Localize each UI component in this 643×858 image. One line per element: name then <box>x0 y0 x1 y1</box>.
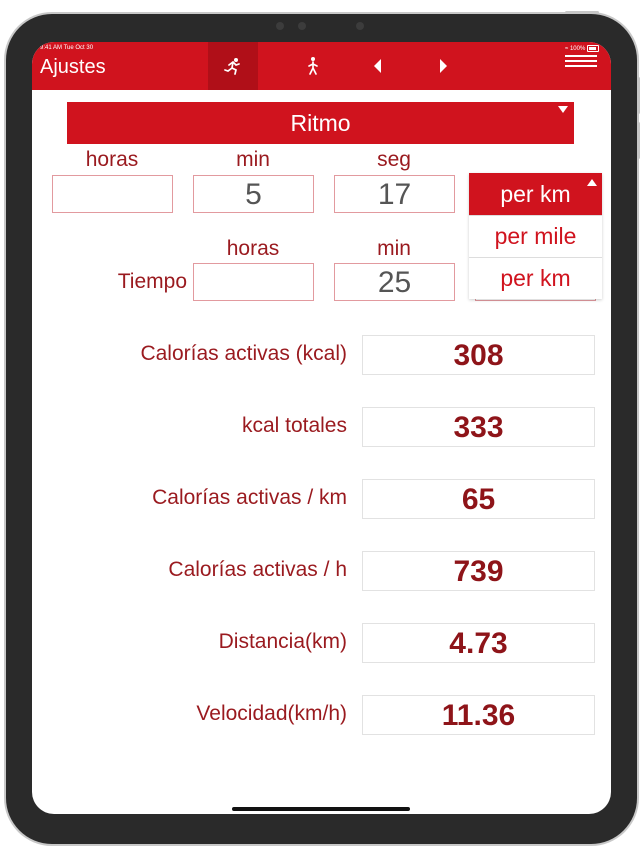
pace-hours-input[interactable] <box>52 175 173 213</box>
time-hours-label: horas <box>226 237 280 260</box>
result-label: Calorías activas (kcal) <box>140 342 347 365</box>
caret-down-icon <box>558 106 568 113</box>
result-label: Calorías activas / h <box>168 558 347 581</box>
result-label: Distancia(km) <box>218 630 347 653</box>
result-value: 333 <box>362 407 595 447</box>
unit-option-mile[interactable]: per mile <box>469 215 602 257</box>
battery-icon <box>587 45 599 52</box>
time-min-label: min <box>377 237 411 260</box>
result-label: Velocidad(km/h) <box>196 702 347 725</box>
pace-sec-label: seg <box>377 148 411 171</box>
result-value: 308 <box>362 335 595 375</box>
pace-min-label: min <box>236 148 270 171</box>
pace-hours-label: horas <box>85 148 139 171</box>
unit-dropdown-selected[interactable]: per km <box>469 173 602 215</box>
settings-button[interactable]: Ajustes <box>40 56 106 79</box>
result-label: kcal totales <box>241 414 347 437</box>
walker-icon <box>308 57 318 75</box>
camera-icon <box>356 22 364 30</box>
caret-up-icon <box>587 179 597 186</box>
volume-button <box>637 77 640 114</box>
home-indicator[interactable] <box>232 807 410 811</box>
volume-button <box>637 122 640 159</box>
result-value: 739 <box>362 551 595 591</box>
result-value: 65 <box>362 479 595 519</box>
pace-minutes-input[interactable]: 5 <box>193 175 314 213</box>
result-label: Calorías activas / km <box>152 486 347 509</box>
pace-seconds-input[interactable]: 17 <box>334 175 455 213</box>
time-minutes-input[interactable]: 25 <box>334 263 455 301</box>
mode-selector[interactable]: Ritmo <box>67 102 574 144</box>
wifi-icon: ≈ <box>565 46 569 53</box>
time-hours-input[interactable] <box>193 263 314 301</box>
hamburger-menu-icon[interactable] <box>565 55 597 70</box>
previous-button[interactable] <box>362 42 392 90</box>
chevron-right-icon <box>440 59 447 73</box>
top-button <box>565 11 599 14</box>
app-screen: 9:41 AM Tue Oct 30 ≈ 100% Ajustes Ritmo … <box>32 42 611 814</box>
chevron-left-icon <box>374 59 381 73</box>
next-button[interactable] <box>429 42 459 90</box>
unit-selected-label: per km <box>500 180 571 207</box>
walker-mode-button[interactable] <box>290 42 336 90</box>
sensor-dot <box>298 22 306 30</box>
sensor-dot <box>276 22 284 30</box>
unit-option-km[interactable]: per km <box>469 257 602 299</box>
result-value: 11.36 <box>362 695 595 735</box>
unit-dropdown[interactable]: per km per mile per km <box>469 173 602 299</box>
status-battery: ≈ 100% <box>565 45 599 52</box>
runner-mode-button[interactable] <box>208 42 258 90</box>
result-value: 4.73 <box>362 623 595 663</box>
time-row-label: Tiempo <box>117 270 187 293</box>
mode-label: Ritmo <box>290 109 351 136</box>
battery-percent: 100% <box>569 46 586 53</box>
navigation-bar: 9:41 AM Tue Oct 30 ≈ 100% Ajustes <box>32 42 611 90</box>
runner-icon <box>224 58 240 75</box>
status-time: 9:41 AM Tue Oct 30 <box>40 45 94 51</box>
